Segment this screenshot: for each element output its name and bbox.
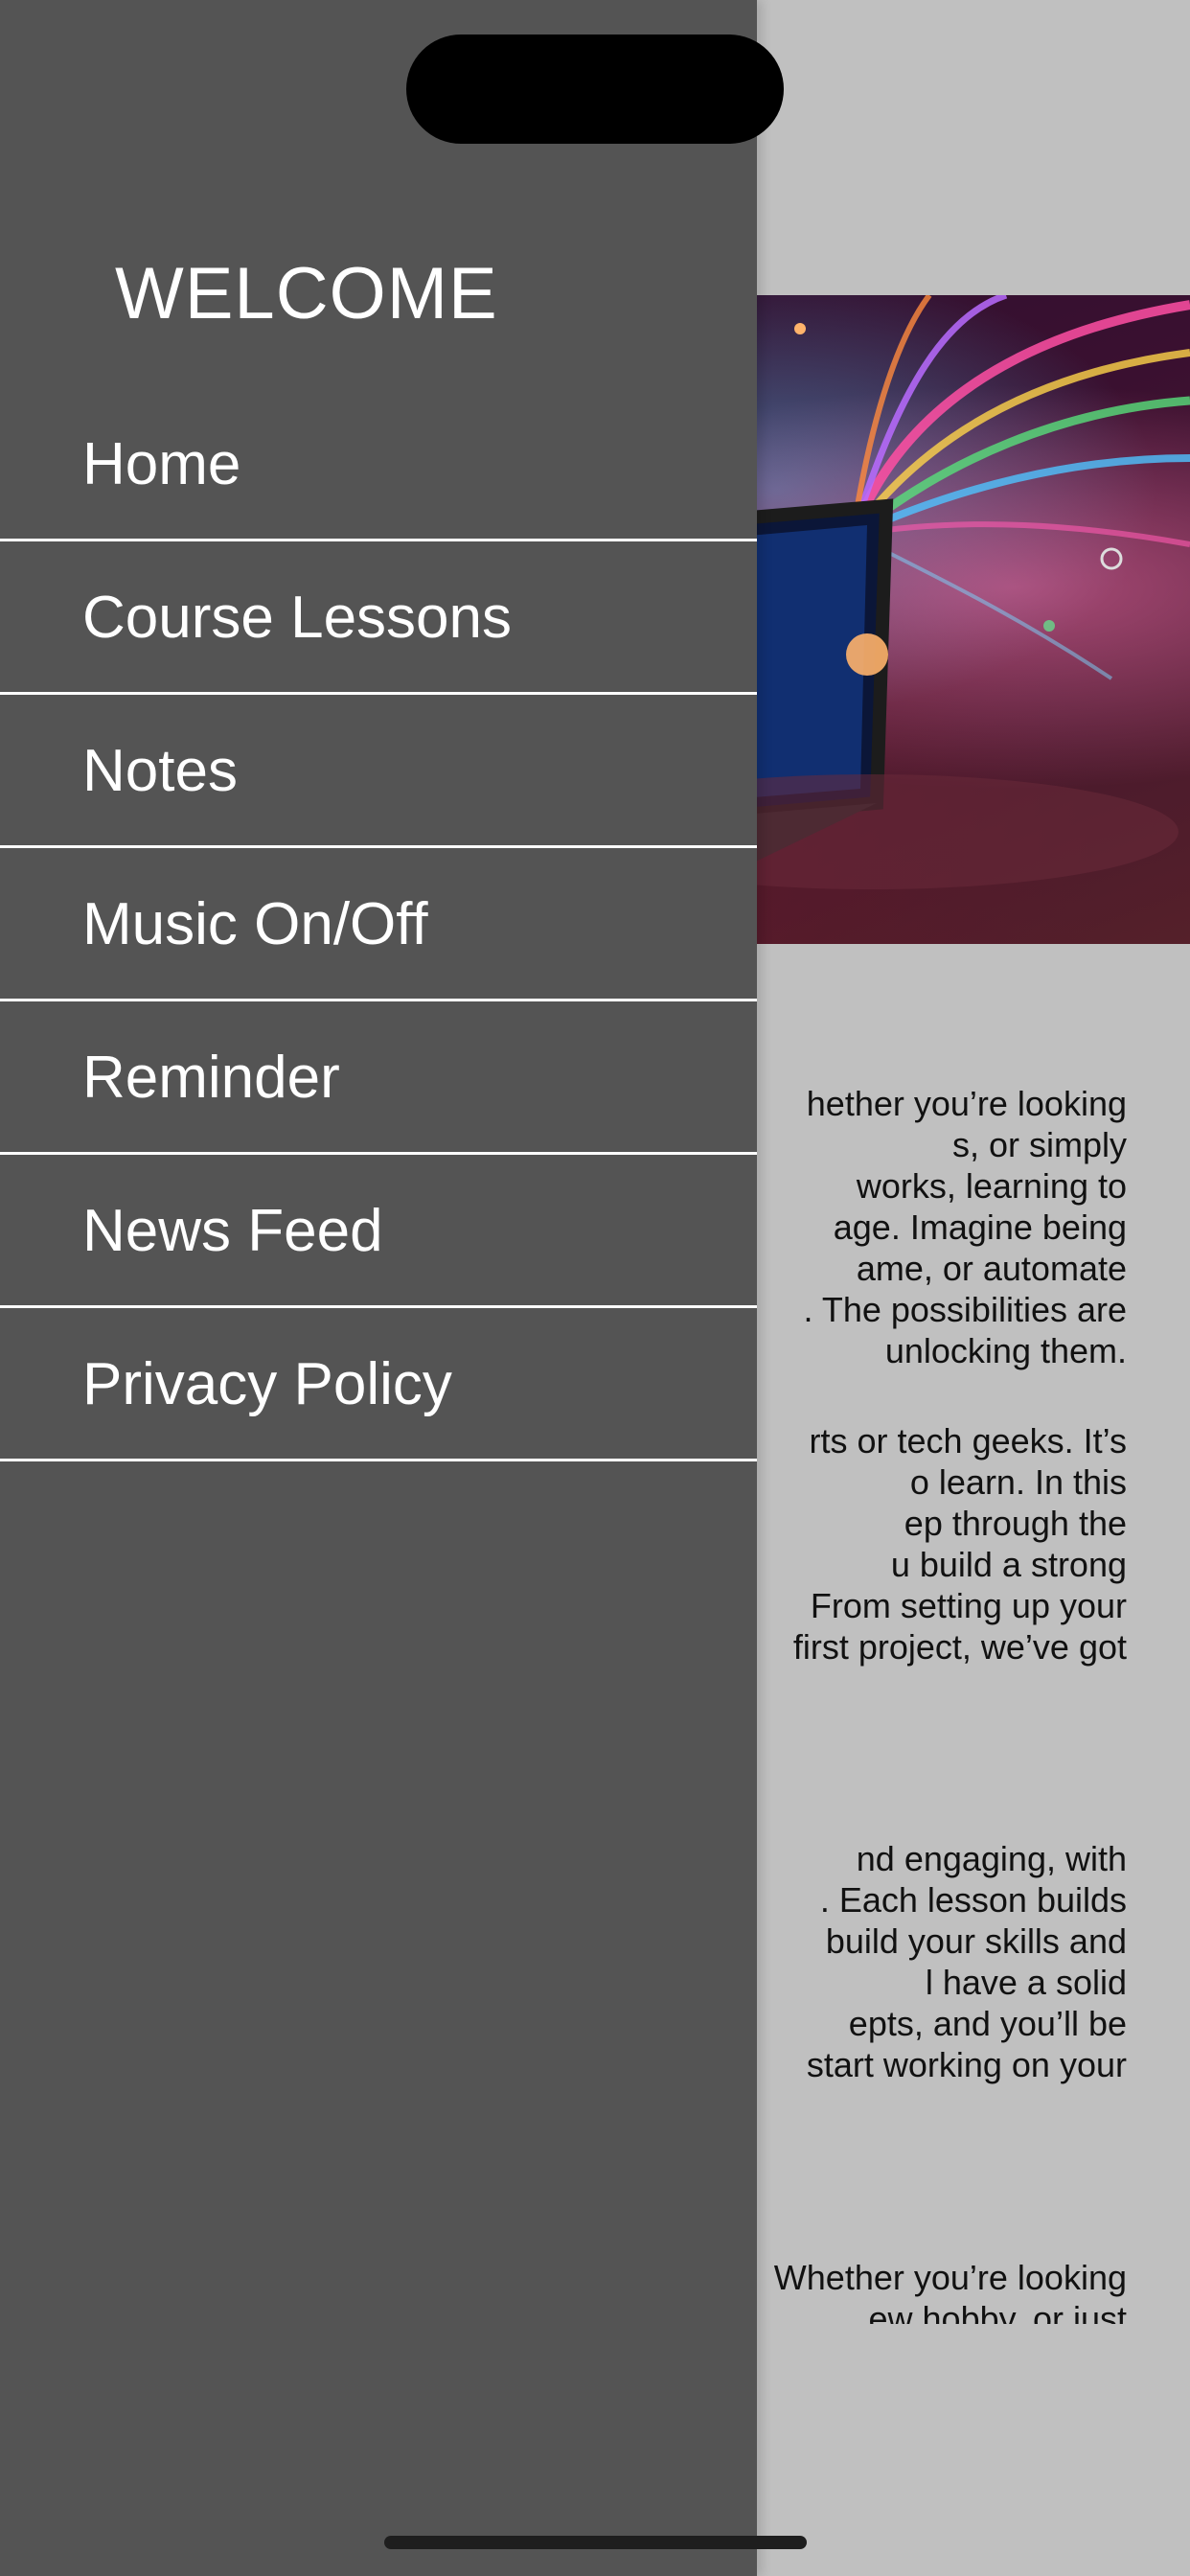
menu-item-label: Reminder (82, 1045, 340, 1111)
app-screen: hether you’re looking s, or simply works… (0, 0, 1190, 2576)
menu-item-label: News Feed (82, 1198, 383, 1264)
dynamic-island (406, 34, 784, 144)
menu-item-music-toggle[interactable]: Music On/Off (0, 848, 757, 1001)
menu-item-news-feed[interactable]: News Feed (0, 1155, 757, 1308)
menu-item-label: Notes (82, 738, 238, 804)
menu-item-label: Music On/Off (82, 891, 428, 957)
side-menu-drawer: WELCOME Home Course Lessons Notes Music … (0, 0, 757, 2576)
menu-item-reminder[interactable]: Reminder (0, 1001, 757, 1155)
menu-item-home[interactable]: Home (0, 388, 757, 541)
menu-item-course-lessons[interactable]: Course Lessons (0, 541, 757, 695)
home-indicator[interactable] (384, 2536, 807, 2549)
menu-item-label: Home (82, 431, 241, 497)
menu-item-notes[interactable]: Notes (0, 695, 757, 848)
menu-item-label: Course Lessons (82, 585, 513, 651)
menu-title: WELCOME (115, 253, 498, 334)
menu-list: Home Course Lessons Notes Music On/Off R… (0, 388, 757, 1461)
menu-item-privacy-policy[interactable]: Privacy Policy (0, 1308, 757, 1461)
menu-item-label: Privacy Policy (82, 1351, 452, 1417)
